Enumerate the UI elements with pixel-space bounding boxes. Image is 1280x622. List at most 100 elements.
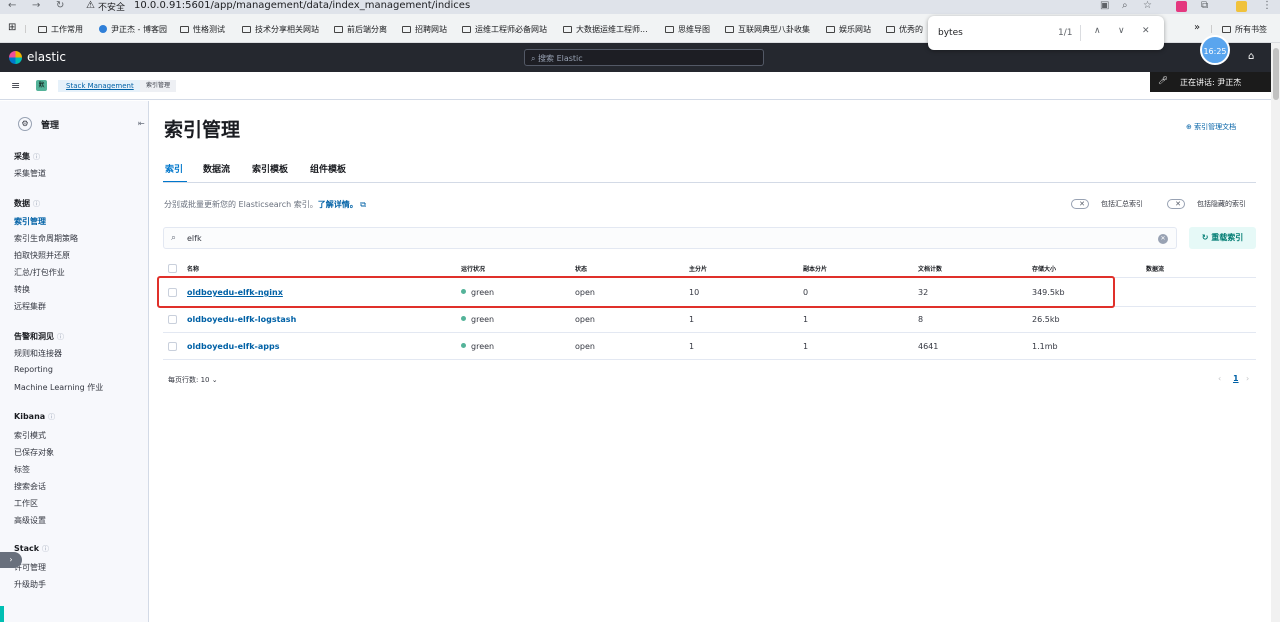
column-header[interactable]: 数据流 xyxy=(1146,264,1164,273)
tab-index-templates[interactable]: 索引模板 xyxy=(252,162,288,175)
scrollbar-thumb[interactable] xyxy=(1273,48,1279,100)
learn-more-link[interactable]: 了解详情。 xyxy=(318,200,358,209)
menu-hamburger-icon[interactable]: ≡ xyxy=(11,79,20,92)
tab-indices[interactable]: 索引 xyxy=(165,162,183,175)
menu-kebab-icon[interactable]: ⋮ xyxy=(1262,0,1272,11)
row-checkbox[interactable] xyxy=(168,342,177,351)
next-page-icon[interactable]: › xyxy=(1246,374,1249,383)
row-checkbox[interactable] xyxy=(168,315,177,324)
bookmark-item[interactable]: 招聘网站 xyxy=(402,24,447,35)
sidebar-item[interactable]: 标签 xyxy=(14,464,30,475)
back-icon[interactable]: ← xyxy=(8,0,16,11)
bookmark-item[interactable]: 大数据运维工程师... xyxy=(563,24,648,35)
doc-link[interactable]: ⊕ 索引管理文档 xyxy=(1186,122,1236,132)
help-icon[interactable]: ⌂ xyxy=(1248,51,1254,62)
column-header[interactable]: 运行状况 xyxy=(461,264,485,273)
column-header[interactable]: 主分片 xyxy=(689,264,707,273)
space-badge[interactable]: 默 xyxy=(36,80,47,91)
bookmarks-overflow[interactable]: » xyxy=(1194,22,1200,33)
scrollbar[interactable] xyxy=(1271,43,1280,622)
sidebar-item[interactable]: 采集管道 xyxy=(14,168,46,179)
index-name-link[interactable]: oldboyedu-elfk-logstash xyxy=(187,315,296,324)
collapse-sidebar-icon[interactable]: ⇤ xyxy=(138,119,145,128)
security-label[interactable]: 不安全 xyxy=(98,0,125,13)
sidebar-item[interactable]: 索引生命周期策略 xyxy=(14,233,78,244)
bookmark-item[interactable]: 互联网典型八卦收集 xyxy=(725,24,810,35)
bookmark-item[interactable]: 运维工程师必备网站 xyxy=(462,24,547,35)
sidebar-item[interactable]: 工作区 xyxy=(14,498,38,509)
health-dot-icon xyxy=(461,343,466,348)
extensions-puzzle-icon[interactable]: ⧉ xyxy=(1201,0,1208,11)
all-bookmarks[interactable]: 所有书签 xyxy=(1222,24,1267,35)
expand-sidebar-icon[interactable]: › xyxy=(0,552,22,568)
sidebar-item[interactable]: 索引模式 xyxy=(14,430,46,441)
size-cell: 26.5kb xyxy=(1032,315,1060,324)
sidebar-item[interactable]: 搜索会话 xyxy=(14,481,46,492)
sidebar-item[interactable]: 已保存对象 xyxy=(14,447,54,458)
clear-search-icon[interactable]: ✕ xyxy=(1158,234,1168,244)
sidebar-item[interactable]: Machine Learning 作业 xyxy=(14,382,103,393)
folder-icon xyxy=(1222,26,1231,33)
rows-per-page-select[interactable]: 每页行数: 10 ⌄ xyxy=(168,375,218,385)
bookmark-item[interactable]: 技术分享相关网站 xyxy=(242,24,319,35)
browser-address-bar: ← → ↻ ⚠ 不安全 10.0.0.91:5601/app/managemen… xyxy=(0,0,1280,14)
find-count: 1/1 xyxy=(1058,28,1073,38)
column-header[interactable]: 状态 xyxy=(575,264,587,273)
bookmark-item[interactable]: 娱乐网站 xyxy=(826,24,871,35)
url-field[interactable]: 10.0.0.91:5601/app/management/data/index… xyxy=(134,0,470,11)
global-search-input[interactable]: ⌕ 搜索 Elastic xyxy=(524,49,764,66)
toggle-rollup[interactable]: ✕ xyxy=(1071,199,1089,209)
sidebar-item[interactable]: 远程集群 xyxy=(14,301,46,312)
sidebar-item[interactable]: 规则和连接器 xyxy=(14,348,62,359)
primary-cell: 1 xyxy=(689,315,695,324)
bookmark-item[interactable]: 性格测试 xyxy=(180,24,225,35)
divider xyxy=(1080,25,1081,41)
sidebar-item[interactable]: 转换 xyxy=(14,284,30,295)
zoom-icon[interactable]: ⌕ xyxy=(1122,0,1128,11)
divider: | xyxy=(1210,24,1213,33)
sidebar-item-index-management[interactable]: 索引管理 xyxy=(14,216,46,227)
refresh-icon: ↻ xyxy=(1201,233,1212,242)
tab-component-templates[interactable]: 组件模板 xyxy=(310,162,346,175)
bookmark-item[interactable]: 尹正杰 - 博客园 xyxy=(99,24,167,35)
column-header[interactable]: 副本分片 xyxy=(803,264,827,273)
bookmark-item[interactable]: 工作常用 xyxy=(38,24,83,35)
index-name-link[interactable]: oldboyedu-elfk-apps xyxy=(187,342,279,351)
bookmark-item[interactable]: 前后端分离 xyxy=(334,24,387,35)
column-header[interactable]: 名称 xyxy=(187,264,199,273)
sidebar-item[interactable]: 拍取快照并还原 xyxy=(14,250,70,261)
reload-indices-button[interactable]: ↻ 重载索引 xyxy=(1189,227,1256,249)
extension-icon[interactable] xyxy=(1176,1,1187,12)
star-icon[interactable]: ☆ xyxy=(1143,0,1152,11)
management-sidebar: ⚙ 管理 ⇤ 采集 ⓘ 采集管道 数据 ⓘ 索引管理 索引生命周期策略 拍取快照并还… xyxy=(0,101,149,622)
column-header[interactable]: 文档计数 xyxy=(918,264,942,273)
prev-page-icon[interactable]: ‹ xyxy=(1218,374,1221,383)
apps-grid-icon[interactable]: ⊞ xyxy=(8,22,16,33)
index-search-input[interactable]: ⌕ elfk ✕ xyxy=(163,227,1177,249)
tab-data-streams[interactable]: 数据流 xyxy=(203,162,230,175)
reload-icon[interactable]: ↻ xyxy=(56,0,64,11)
toggle-hidden[interactable]: ✕ xyxy=(1167,199,1185,209)
sidebar-item[interactable]: 升级助手 xyxy=(14,579,46,590)
page-number[interactable]: 1 xyxy=(1233,374,1239,383)
breadcrumb-link[interactable]: Stack Management xyxy=(58,80,140,92)
brand-name[interactable]: elastic xyxy=(27,50,66,64)
folder-icon xyxy=(886,26,895,33)
find-prev-icon[interactable]: ∧ xyxy=(1094,26,1101,36)
warning-icon: ⚠ xyxy=(86,0,95,11)
sidebar-item[interactable]: 高级设置 xyxy=(14,515,46,526)
bookmark-item[interactable]: 思维导图 xyxy=(665,24,710,35)
find-input[interactable]: bytes xyxy=(938,28,963,38)
select-all-checkbox[interactable] xyxy=(168,264,177,273)
sidebar-item[interactable]: Reporting xyxy=(14,365,53,374)
elastic-logo-icon[interactable] xyxy=(9,51,22,64)
sidebar-item[interactable]: 汇总/打包作业 xyxy=(14,267,65,278)
find-next-icon[interactable]: ∨ xyxy=(1118,26,1125,36)
bookmark-item[interactable]: 优秀的 xyxy=(886,24,923,35)
column-header[interactable]: 存储大小 xyxy=(1032,264,1056,273)
find-close-icon[interactable]: ✕ xyxy=(1142,26,1150,36)
profile-icon[interactable] xyxy=(1236,1,1247,12)
divider: | xyxy=(24,24,27,33)
page-icon[interactable]: ▣ xyxy=(1100,0,1109,11)
forward-icon[interactable]: → xyxy=(32,0,40,11)
